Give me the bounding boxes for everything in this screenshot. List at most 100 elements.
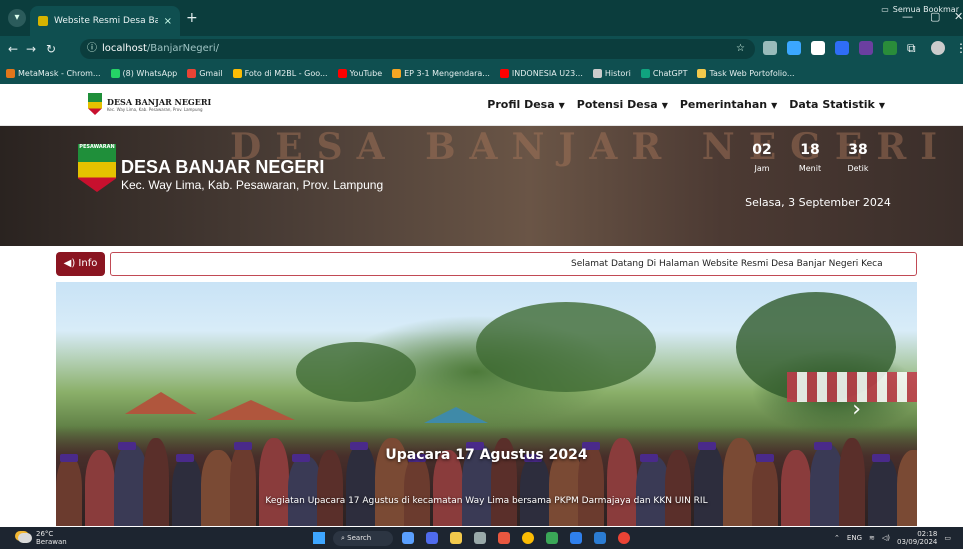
browser-tab[interactable]: Website Resmi Desa Banjar Nec × xyxy=(30,6,180,36)
extension-icon[interactable] xyxy=(787,41,801,55)
bookmark-favicon-icon xyxy=(110,68,120,78)
site-navbar: DESA BANJAR NEGERI Kec. Way Lima, Kab. P… xyxy=(0,84,963,126)
clock-minutes: 18 Menit xyxy=(786,142,834,173)
carousel-next-icon[interactable]: › xyxy=(852,397,861,422)
extension-icon[interactable] xyxy=(835,41,849,55)
browser-menu-icon[interactable]: ⋮ xyxy=(955,41,963,55)
menu-profil-desa[interactable]: Profil Desa ▼ xyxy=(487,98,565,111)
bookmark-item[interactable]: INDONESIA U23... xyxy=(499,68,583,78)
browser-tabstrip: ▾ Website Resmi Desa Banjar Nec × + — ▢ … xyxy=(0,0,963,36)
bookmark-favicon-icon xyxy=(392,68,402,78)
bookmark-item[interactable]: Histori xyxy=(592,68,631,78)
crowd-person xyxy=(752,456,778,526)
clock-seconds: 38 Detik xyxy=(834,142,882,173)
bookmark-item[interactable]: EP 3-1 Mengendara... xyxy=(392,68,490,78)
windows-start-icon[interactable] xyxy=(313,532,325,544)
tab-close-icon[interactable]: × xyxy=(164,16,172,27)
taskbar-search-label: Search xyxy=(347,534,372,542)
bookmark-item[interactable]: Foto di M2BL - Goo... xyxy=(232,68,328,78)
extension-icon[interactable] xyxy=(883,41,897,55)
caret-down-icon: ▼ xyxy=(558,101,565,110)
brand-link[interactable]: DESA BANJAR NEGERI Kec. Way Lima, Kab. P… xyxy=(88,93,211,115)
bookmark-item[interactable]: Task Web Portofolio... xyxy=(697,68,795,78)
main-menu: Profil Desa ▼ Potensi Desa ▼ Pemerintahan ▼… xyxy=(487,98,885,111)
caret-down-icon: ▼ xyxy=(771,101,778,110)
hero-title: DESA BANJAR NEGERI xyxy=(121,157,325,177)
file-explorer-icon[interactable] xyxy=(450,532,462,544)
forward-icon[interactable]: → xyxy=(26,41,36,57)
all-bookmarks-button[interactable]: ▭ Semua Bookmar xyxy=(881,5,959,14)
app-icon[interactable] xyxy=(546,532,558,544)
clock-label: Menit xyxy=(798,164,822,173)
cloudy-weather-icon xyxy=(18,533,32,543)
tray-clock[interactable]: 02:18 03/09/2024 xyxy=(897,530,937,546)
house-roof xyxy=(424,407,488,423)
crowd-person xyxy=(868,456,898,526)
chrome-icon[interactable] xyxy=(618,532,630,544)
bookmark-favicon-icon xyxy=(640,68,650,78)
extension-icon[interactable] xyxy=(859,41,873,55)
emblem-label: PESAWARAN xyxy=(79,144,115,150)
volume-icon[interactable]: ◁) xyxy=(882,534,890,542)
taskbar-search[interactable]: ⌕ Search xyxy=(333,531,393,546)
photo-carousel[interactable]: › Upacara 17 Agustus 2024 Kegiatan Upaca… xyxy=(56,282,917,526)
bookmark-favicon-icon xyxy=(592,68,602,78)
crowd-person xyxy=(56,456,82,526)
bookmark-item[interactable]: ChatGPT xyxy=(640,68,687,78)
chevron-up-icon[interactable]: ⌃ xyxy=(834,534,840,542)
url-input[interactable]: ⓘ localhost/BanjarNegeri/ ☆ xyxy=(80,39,755,59)
vscode-icon[interactable] xyxy=(570,532,582,544)
teams-icon[interactable] xyxy=(426,532,438,544)
menu-potensi-desa[interactable]: Potensi Desa ▼ xyxy=(577,98,668,111)
tray-date: 03/09/2024 xyxy=(897,538,938,546)
notification-icon[interactable]: ▭ xyxy=(944,534,951,542)
all-bookmarks-label: Semua Bookmar xyxy=(892,5,959,14)
extensions-puzzle-icon[interactable]: ⧉ xyxy=(907,41,921,55)
info-badge: ◀) Info xyxy=(56,252,105,276)
bookmark-item[interactable]: Gmail xyxy=(187,68,223,78)
bookmark-item[interactable]: MetaMask - Chrom... xyxy=(6,68,101,78)
clock-value: 38 xyxy=(848,142,868,158)
language-indicator[interactable]: ENG xyxy=(847,534,862,542)
app-icon[interactable] xyxy=(474,532,486,544)
url-host: localhost xyxy=(102,43,147,54)
extension-icon[interactable] xyxy=(811,41,825,55)
extension-icon[interactable] xyxy=(763,41,777,55)
bookmark-star-icon[interactable]: ☆ xyxy=(736,39,745,59)
crowd-person xyxy=(172,456,202,526)
tab-search-button[interactable]: ▾ xyxy=(8,9,26,27)
weather-widget[interactable]: 26°C Berawan xyxy=(18,530,67,546)
info-bar: ◀) Info Selamat Datang Di Halaman Websit… xyxy=(56,252,917,276)
chrome-icon[interactable] xyxy=(522,532,534,544)
countdown-clock: 02 Jam 18 Menit 38 Detik xyxy=(738,142,882,173)
menu-data-statistik[interactable]: Data Statistik ▼ xyxy=(789,98,885,111)
bookmark-item[interactable]: YouTube xyxy=(337,68,383,78)
task-view-icon[interactable] xyxy=(402,532,414,544)
wifi-icon[interactable]: ≋ xyxy=(869,534,875,542)
crowd-person xyxy=(404,456,430,526)
office-icon[interactable] xyxy=(498,532,510,544)
site-info-icon[interactable]: ⓘ xyxy=(87,39,97,59)
brand-name: DESA BANJAR NEGERI xyxy=(107,96,212,107)
new-tab-button[interactable]: + xyxy=(186,10,198,26)
word-icon[interactable] xyxy=(594,532,606,544)
taskbar-apps xyxy=(402,532,630,544)
bookmark-label: MetaMask - Chrom... xyxy=(18,68,101,78)
menu-label: Data Statistik xyxy=(789,98,875,111)
clock-value: 02 xyxy=(752,142,772,158)
bookmark-favicon-icon xyxy=(232,68,242,78)
reload-icon[interactable]: ↻ xyxy=(46,41,56,57)
brand-subtitle: Kec. Way Lima, Kab. Pesawaran, Prov. Lam… xyxy=(107,106,203,112)
folder-icon: ▭ xyxy=(881,5,889,14)
profile-avatar[interactable] xyxy=(931,41,945,55)
clock-hours: 02 Jam xyxy=(738,142,786,173)
hero-subtitle: Kec. Way Lima, Kab. Pesawaran, Prov. Lam… xyxy=(121,178,384,192)
bookmark-label: YouTube xyxy=(349,68,383,78)
menu-pemerintahan[interactable]: Pemerintahan ▼ xyxy=(680,98,777,111)
clock-value: 18 xyxy=(800,142,820,158)
bookmark-label: Task Web Portofolio... xyxy=(709,68,795,78)
bookmark-favicon-icon xyxy=(6,68,15,78)
bookmark-item[interactable]: (8) WhatsApp xyxy=(110,68,177,78)
back-icon[interactable]: ← xyxy=(8,41,18,57)
menu-label: Potensi Desa xyxy=(576,98,658,111)
